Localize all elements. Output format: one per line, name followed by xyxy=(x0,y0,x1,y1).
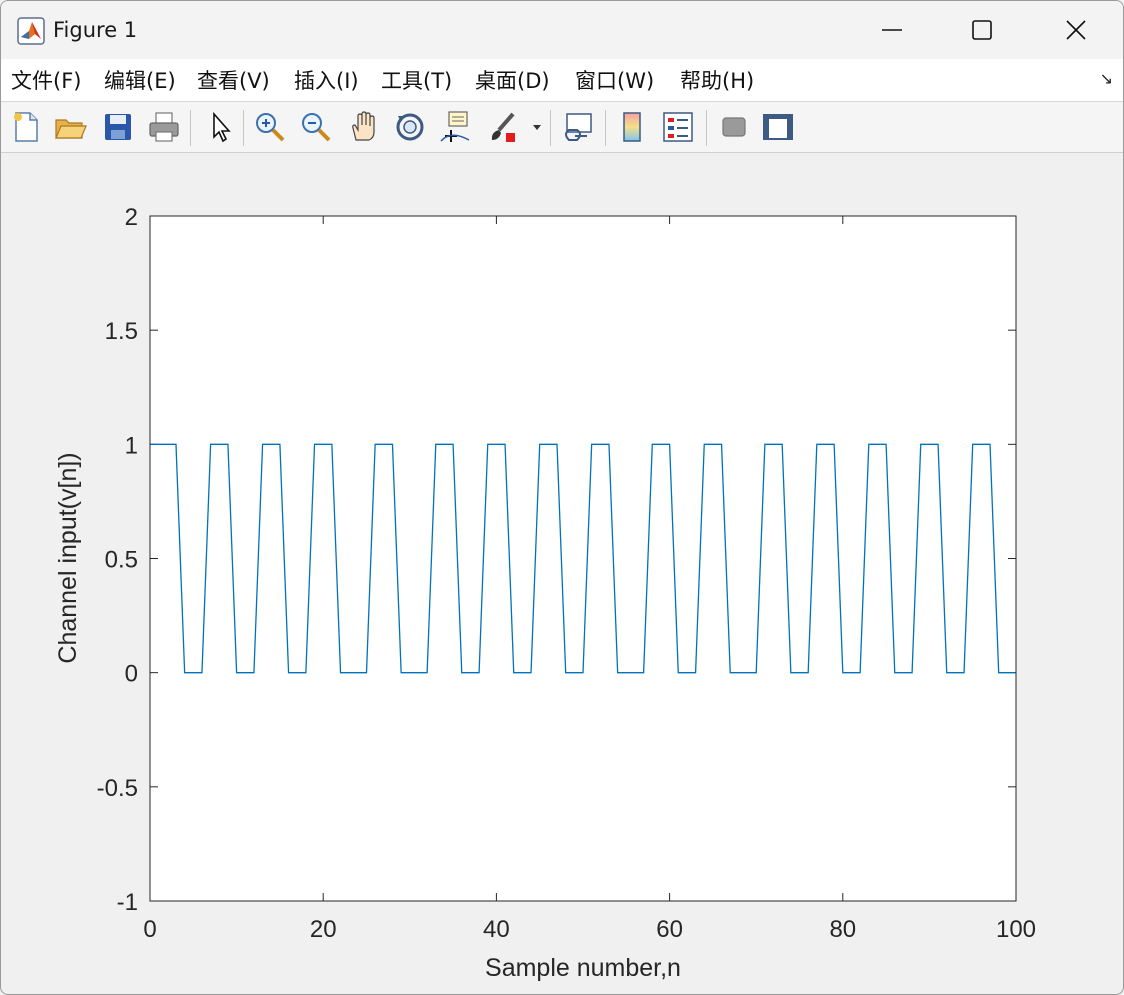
x-axis-label: Sample number,n xyxy=(485,954,681,982)
menu-desktop[interactable]: 桌面(D) xyxy=(475,65,550,95)
zoom-in-icon[interactable] xyxy=(253,110,287,144)
plot-area: 0 20 40 60 80 100 2 1.5 1 0.5 0 -0.5 -1 Sample numb… xyxy=(1,153,1123,994)
toolbar-separator xyxy=(243,110,244,146)
x-tick-label: 0 xyxy=(143,916,156,943)
window-title: Figure 1 xyxy=(53,18,138,42)
print-icon[interactable] xyxy=(147,110,181,144)
hide-plot-tools-icon[interactable] xyxy=(717,110,751,144)
matlab-logo-icon xyxy=(17,17,45,45)
data-cursor-icon[interactable] xyxy=(439,110,473,144)
x-tick-label: 60 xyxy=(656,916,683,943)
y-tick-label: 0.5 xyxy=(105,547,138,574)
y-axis-label: Channel input(v[n]) xyxy=(54,452,82,663)
toolbar-separator xyxy=(706,110,707,146)
close-button[interactable] xyxy=(1029,1,1123,59)
colorbar-icon[interactable] xyxy=(615,110,649,144)
show-plot-tools-icon[interactable] xyxy=(761,110,795,144)
menu-insert[interactable]: 插入(I) xyxy=(294,65,359,95)
y-tick-label: -0.5 xyxy=(97,775,138,802)
dock-arrow-icon[interactable]: ↘ xyxy=(1100,69,1113,88)
maximize-button[interactable] xyxy=(935,1,1029,59)
brush-dropdown-icon[interactable] xyxy=(529,110,545,144)
figure-window: Figure 1 文件(F) 编辑(E) 查看(V) 插入(I) 工具(T) 桌… xyxy=(0,0,1124,995)
y-tick-label: 1 xyxy=(125,432,138,459)
toolbar-separator xyxy=(550,110,551,146)
new-figure-icon[interactable] xyxy=(9,110,43,144)
pan-hand-icon[interactable] xyxy=(347,110,381,144)
toolbar-separator xyxy=(605,110,606,146)
legend-icon[interactable] xyxy=(661,110,695,144)
menu-bar: 文件(F) 编辑(E) 查看(V) 插入(I) 工具(T) 桌面(D) 窗口(W… xyxy=(1,59,1123,102)
maximize-icon xyxy=(972,20,992,40)
menu-file[interactable]: 文件(F) xyxy=(11,65,81,95)
y-tick-label: -1 xyxy=(117,889,138,916)
axes-background xyxy=(150,216,1016,901)
brush-icon[interactable] xyxy=(487,110,521,144)
save-icon[interactable] xyxy=(101,110,135,144)
menu-edit[interactable]: 编辑(E) xyxy=(104,65,176,95)
menu-window[interactable]: 窗口(W) xyxy=(575,65,654,95)
zoom-out-icon[interactable] xyxy=(299,110,333,144)
open-file-icon[interactable] xyxy=(53,110,87,144)
rotate-3d-icon[interactable] xyxy=(393,110,427,144)
menu-help[interactable]: 帮助(H) xyxy=(680,65,754,95)
close-icon xyxy=(1066,20,1086,40)
minimize-icon xyxy=(882,29,902,31)
menu-view[interactable]: 查看(V) xyxy=(197,65,270,95)
y-tick-label: 2 xyxy=(125,204,138,231)
x-tick-label: 40 xyxy=(483,916,510,943)
x-tick-label: 20 xyxy=(310,916,337,943)
toolbar-separator xyxy=(190,110,191,146)
title-bar: Figure 1 xyxy=(1,1,1123,59)
x-tick-label: 80 xyxy=(829,916,856,943)
line-chart[interactable]: 0 20 40 60 80 100 2 1.5 1 0.5 0 -0.5 -1 Sample numb… xyxy=(1,153,1123,994)
figure-toolbar xyxy=(1,102,1123,153)
y-tick-label: 0 xyxy=(125,661,138,688)
x-tick-label: 100 xyxy=(996,916,1036,943)
y-tick-label: 1.5 xyxy=(105,318,138,345)
link-plot-icon[interactable] xyxy=(561,110,595,144)
select-arrow-icon[interactable] xyxy=(204,110,238,144)
minimize-button[interactable] xyxy=(845,1,939,59)
menu-tools[interactable]: 工具(T) xyxy=(381,65,452,95)
